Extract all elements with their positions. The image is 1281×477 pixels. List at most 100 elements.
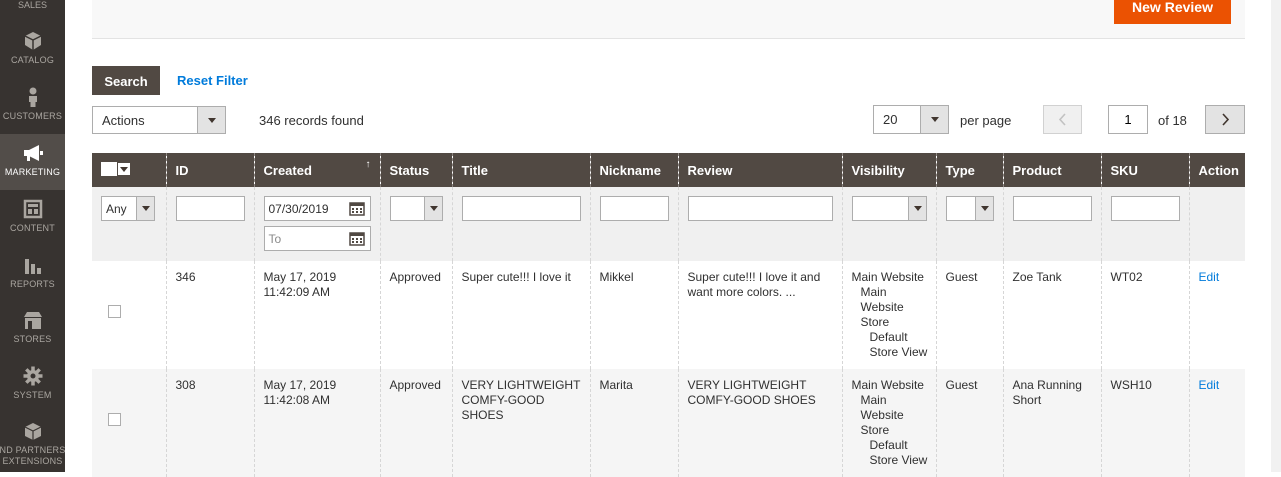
cell-created: May 17, 2019 11:42:09 AM <box>253 261 380 369</box>
row-checkbox[interactable] <box>108 413 121 426</box>
edit-link[interactable]: Edit <box>1199 378 1220 392</box>
row-checkbox[interactable] <box>108 305 121 318</box>
storefront-icon <box>23 312 42 329</box>
table-row[interactable]: 346 May 17, 2019 11:42:09 AM Approved Sup… <box>92 261 1245 369</box>
previous-page-button[interactable] <box>1043 105 1082 134</box>
column-header-review[interactable]: Review <box>677 153 842 187</box>
nav-label: CATALOG <box>10 55 55 65</box>
new-review-button[interactable]: New Review <box>1114 0 1231 24</box>
nav-item-sales[interactable]: SALES <box>0 0 65 10</box>
calendar-icon[interactable] <box>348 201 365 216</box>
review-filter-input[interactable] <box>687 196 833 221</box>
cell-product: Zoe Tank <box>1002 261 1101 369</box>
created-date: May 17, 2019 <box>263 378 337 392</box>
nickname-filter-input[interactable] <box>599 196 669 221</box>
nav-item-catalog[interactable]: CATALOG <box>0 22 65 78</box>
sku-filter-input[interactable] <box>1110 196 1180 221</box>
created-to-placeholder: To <box>268 232 282 246</box>
search-button[interactable]: Search <box>92 66 160 95</box>
nav-label: CONTENT <box>10 223 55 233</box>
column-header-id[interactable]: ID <box>165 153 254 187</box>
nav-item-customers[interactable]: CUSTOMERS <box>0 78 65 134</box>
created-time: 11:42:09 AM <box>263 285 331 299</box>
chevron-down-icon <box>197 107 225 133</box>
column-header-status[interactable]: Status <box>379 153 452 187</box>
type-filter-select[interactable] <box>945 196 994 221</box>
visibility-filter-select[interactable] <box>851 196 927 221</box>
cell-visibility: Main Website Main Website Store Default … <box>841 261 936 369</box>
column-header-visibility[interactable]: Visibility <box>841 153 936 187</box>
created-from-value: 07/30/2019 <box>268 202 329 216</box>
chevron-left-icon <box>1058 113 1066 126</box>
nav-label: ND PARTNERS EXTENSIONS <box>0 445 75 467</box>
cell-product: Ana Running Short <box>1002 369 1101 477</box>
cell-type: Guest <box>935 261 1003 369</box>
current-page-input[interactable] <box>1108 105 1148 134</box>
reviews-grid: ID Created ↑ Status Title Nickname Review… <box>92 153 1245 477</box>
visibility-store: Main Website Store <box>860 393 904 437</box>
column-header-created-label: Created <box>263 162 312 178</box>
filter-cell-sku <box>1100 187 1189 261</box>
nav-label: REPORTS <box>10 279 55 289</box>
id-filter-input[interactable] <box>175 196 245 221</box>
nav-label-line1: ND PARTNERS <box>0 445 66 455</box>
column-header-product[interactable]: Product <box>1002 153 1101 187</box>
box-icon <box>24 423 41 440</box>
layout-icon <box>23 199 42 219</box>
visibility-store-view: Default Store View <box>869 438 928 467</box>
mass-select-checkbox[interactable] <box>101 161 117 176</box>
status-filter-select[interactable] <box>389 196 443 221</box>
per-page-select[interactable]: 20 <box>873 105 949 134</box>
product-filter-input[interactable] <box>1012 196 1092 221</box>
column-header-title[interactable]: Title <box>451 153 590 187</box>
cell-action: Edit <box>1188 261 1245 369</box>
created-date: May 17, 2019 <box>263 270 337 284</box>
filter-row: Any 07/30/2019 To <box>92 187 1245 261</box>
reset-filter-link[interactable]: Reset Filter <box>177 73 248 88</box>
mass-filter-select[interactable]: Any <box>101 196 155 221</box>
nav-label: MARKETING <box>4 167 61 177</box>
filter-cell-action <box>1188 187 1245 261</box>
created-to-input[interactable]: To <box>263 226 371 251</box>
nav-label: STORES <box>13 334 52 344</box>
column-header-nickname[interactable]: Nickname <box>589 153 678 187</box>
row-select-cell <box>92 369 166 477</box>
cell-review: VERY LIGHTWEIGHT COMFY-GOOD SHOES <box>677 369 842 477</box>
column-header-created[interactable]: Created ↑ <box>253 153 380 187</box>
filter-cell-visibility <box>841 187 936 261</box>
title-filter-input[interactable] <box>461 196 581 221</box>
nav-item-system[interactable]: SYSTEM <box>0 357 65 413</box>
nav-item-stores[interactable]: STORES <box>0 301 65 357</box>
vertical-scrollbar[interactable] <box>1271 0 1281 472</box>
column-header-type[interactable]: Type <box>935 153 1003 187</box>
mass-select-header[interactable] <box>92 153 166 187</box>
created-from-input[interactable]: 07/30/2019 <box>263 196 371 221</box>
actions-select[interactable]: Actions <box>92 106 226 134</box>
cell-title: Super cute!!! I love it <box>451 261 590 369</box>
column-header-sku[interactable]: SKU <box>1100 153 1189 187</box>
cell-id: 308 <box>165 369 254 477</box>
nav-item-reports[interactable]: REPORTS <box>0 246 65 302</box>
cell-nickname: Mikkel <box>589 261 678 369</box>
next-page-button[interactable] <box>1205 105 1245 134</box>
calendar-icon[interactable] <box>348 231 365 246</box>
nav-item-marketing[interactable]: MARKETING <box>0 134 65 190</box>
cell-visibility: Main Website Main Website Store Default … <box>841 369 936 477</box>
mass-select-dropdown[interactable] <box>101 161 130 176</box>
admin-sidebar: SALES CATALOG CUSTOMERS MARKETING CONTEN… <box>0 0 65 472</box>
nav-item-extensions[interactable]: ND PARTNERS EXTENSIONS <box>0 413 65 469</box>
cell-type: Guest <box>935 369 1003 477</box>
visibility-website: Main Website <box>851 378 924 392</box>
sort-up-icon: ↑ <box>365 159 371 170</box>
row-select-cell <box>92 261 166 369</box>
filter-cell-review <box>677 187 842 261</box>
edit-link[interactable]: Edit <box>1199 270 1220 284</box>
filter-cell-title <box>451 187 590 261</box>
table-row[interactable]: 308 May 17, 2019 11:42:08 AM Approved VER… <box>92 369 1245 477</box>
mass-filter-value: Any <box>106 202 127 216</box>
nav-item-content[interactable]: CONTENT <box>0 190 65 246</box>
cell-created: May 17, 2019 11:42:08 AM <box>253 369 380 477</box>
chevron-down-icon <box>920 106 948 133</box>
per-page-label: per page <box>960 113 1012 128</box>
chevron-down-icon <box>423 197 442 220</box>
